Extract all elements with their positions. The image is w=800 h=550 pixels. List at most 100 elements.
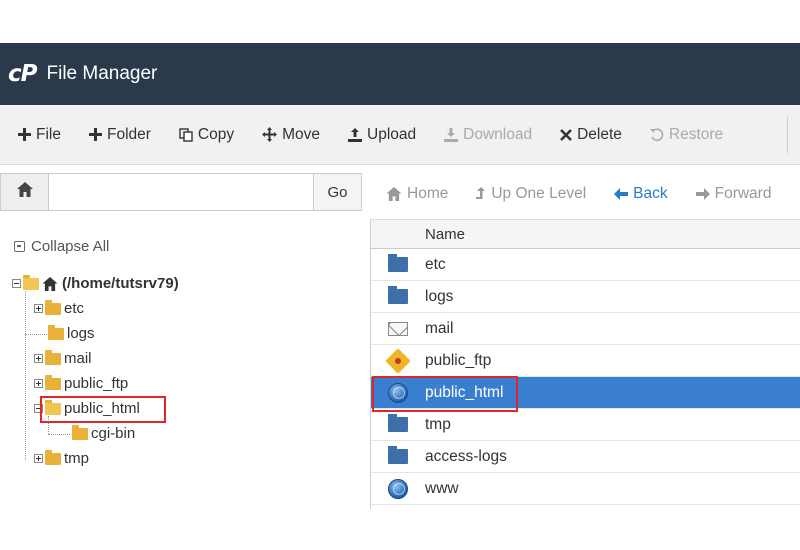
tree-connector: [25, 334, 47, 335]
tree-item-etc[interactable]: etc: [34, 299, 85, 317]
folder-icon: [388, 286, 408, 304]
folder-icon: [388, 414, 408, 432]
expand-toggle-icon[interactable]: [34, 304, 43, 313]
level-up-icon: [476, 187, 486, 201]
folder-icon: [388, 254, 408, 272]
nav-home-label: Home: [407, 185, 449, 202]
folder-icon: [45, 449, 61, 465]
new-folder-button[interactable]: Folder: [88, 125, 151, 144]
home-path-button[interactable]: [1, 174, 49, 210]
collapse-all-label: Collapse All: [31, 238, 110, 255]
folder-icon: [72, 424, 88, 440]
toolbar-divider: [787, 117, 788, 153]
delete-button[interactable]: Delete: [560, 126, 622, 144]
collapse-toggle-icon[interactable]: [12, 279, 21, 288]
mail-icon: [388, 321, 408, 336]
globe-icon: [388, 478, 408, 499]
new-file-label: File: [36, 125, 61, 143]
restore-icon: [649, 128, 664, 142]
restore-label: Restore: [668, 125, 724, 143]
up-one-level-label: Up One Level: [491, 185, 587, 202]
path-bar: Go: [0, 173, 362, 211]
file-row-mail[interactable]: mail: [371, 313, 800, 345]
move-label: Move: [282, 125, 321, 143]
file-name: etc: [425, 255, 446, 273]
file-row-logs[interactable]: logs: [371, 281, 800, 313]
go-button[interactable]: Go: [313, 174, 361, 210]
file-row-tmp[interactable]: tmp: [371, 409, 800, 441]
nav-home-button[interactable]: Home: [386, 185, 448, 203]
download-label: Download: [463, 125, 533, 143]
tree-item-label: public_ftp: [64, 375, 129, 392]
tree-item-logs[interactable]: logs: [48, 324, 95, 342]
folder-icon: [45, 349, 61, 365]
x-icon: [560, 128, 572, 141]
arrow-left-icon: [614, 188, 629, 200]
tree-item-label: mail: [64, 350, 92, 367]
app-title: File Manager: [46, 63, 158, 84]
home-icon: [42, 276, 58, 291]
folder-icon: [45, 374, 61, 390]
tree-connector: [48, 434, 70, 435]
file-name: logs: [425, 287, 454, 305]
restore-button[interactable]: Restore: [649, 125, 724, 144]
file-row-public-ftp[interactable]: public_ftp: [371, 345, 800, 377]
tree-item-label: tmp: [64, 450, 90, 467]
expand-toggle-icon[interactable]: [34, 379, 43, 388]
file-name: access-logs: [425, 447, 507, 465]
tree-root-label: (/home/tutsrv79): [62, 275, 179, 292]
back-button[interactable]: Back: [614, 185, 668, 203]
folder-icon: [388, 446, 408, 464]
plus-icon: [88, 128, 102, 141]
tree-connector: [25, 288, 26, 460]
upload-button[interactable]: Upload: [348, 126, 416, 144]
file-row-access-logs[interactable]: access-logs: [371, 441, 800, 473]
folder-open-icon: [23, 274, 39, 290]
move-button[interactable]: Move: [262, 126, 320, 144]
tree-item-mail[interactable]: mail: [34, 349, 92, 367]
tree-item-cgi-bin[interactable]: cgi-bin: [72, 424, 136, 442]
file-name: www: [425, 479, 459, 497]
forward-label: Forward: [714, 185, 772, 202]
collapse-icon: [14, 241, 25, 252]
expand-toggle-icon[interactable]: [34, 354, 43, 363]
copy-icon: [179, 127, 193, 142]
file-name: mail: [425, 319, 454, 337]
download-button[interactable]: Download: [444, 126, 532, 144]
new-folder-label: Folder: [106, 125, 151, 143]
file-list: Name etc logs mail public_ftp public_htm…: [370, 219, 800, 509]
plus-icon: [18, 128, 31, 141]
tree-item-label: cgi-bin: [91, 425, 136, 442]
folder-icon: [48, 324, 64, 340]
expand-toggle-icon[interactable]: [34, 454, 43, 463]
new-file-button[interactable]: File: [18, 126, 61, 144]
toolbar: File Folder Copy Move Upload Download De…: [0, 105, 800, 165]
cpanel-logo: cP: [8, 61, 37, 87]
folder-icon: [45, 299, 61, 315]
copy-label: Copy: [197, 125, 235, 143]
delete-label: Delete: [577, 125, 622, 143]
path-input[interactable]: [49, 174, 313, 210]
file-row-www[interactable]: www: [371, 473, 800, 505]
column-header-name[interactable]: Name: [371, 219, 800, 249]
tree-root[interactable]: (/home/tutsrv79): [12, 274, 179, 292]
tree-item-public-ftp[interactable]: public_ftp: [34, 374, 129, 392]
ftp-icon: [385, 347, 411, 374]
download-icon: [444, 127, 459, 142]
upload-icon: [348, 127, 363, 142]
home-icon: [386, 187, 402, 201]
collapse-all-button[interactable]: Collapse All: [14, 238, 109, 255]
tree-item-tmp[interactable]: tmp: [34, 449, 90, 467]
move-arrows-icon: [262, 127, 278, 142]
file-name: public_ftp: [425, 351, 492, 369]
up-one-level-button[interactable]: Up One Level: [476, 185, 586, 203]
tree-item-label: etc: [64, 300, 85, 317]
forward-button[interactable]: Forward: [695, 185, 772, 203]
home-icon: [16, 182, 33, 202]
back-label: Back: [633, 185, 668, 202]
tree-item-label: logs: [67, 325, 95, 342]
tree-highlight-box: [40, 396, 166, 423]
file-row-etc[interactable]: etc: [371, 249, 800, 281]
copy-button[interactable]: Copy: [179, 126, 234, 144]
upload-label: Upload: [367, 125, 417, 143]
